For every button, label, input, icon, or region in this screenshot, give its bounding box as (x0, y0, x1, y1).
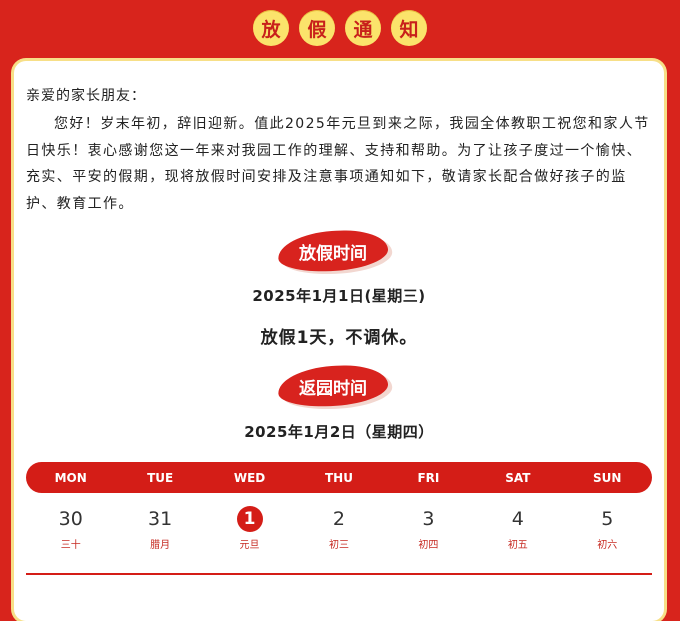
calendar-day: 2 初三 (294, 506, 383, 556)
calendar-day: 4 初五 (473, 506, 562, 556)
title-char: 放 (253, 10, 289, 46)
holiday-note: 放假1天，不调休。 (260, 328, 418, 348)
greeting: 亲爱的家长朋友： (26, 88, 146, 104)
weekday-label: MON (54, 470, 87, 485)
calendar-day: 5 初六 (563, 506, 652, 556)
weekday-label: TUE (147, 470, 174, 485)
day-number: 5 (601, 508, 614, 530)
calendar-day: 31 腊月 (115, 506, 204, 556)
notice-title: 放 假 通 知 (0, 10, 680, 46)
lunar-date: 腊月 (150, 540, 171, 551)
day-number: 2 (332, 508, 346, 530)
lunar-date: 元旦 (239, 540, 260, 551)
intro-paragraph: 您好！岁末年初，辞旧迎新。值此2025年元旦到来之际，我园全体教职工祝您和家人节… (26, 116, 650, 212)
return-section-badge: 返园时间 (276, 362, 390, 410)
lunar-date: 初三 (328, 540, 349, 551)
day-number: 3 (422, 508, 435, 530)
return-date: 2025年1月2日（星期四） (244, 423, 434, 441)
calendar-day: 30 三十 (26, 506, 115, 556)
title-char: 通 (345, 10, 381, 46)
day-number: 30 (58, 508, 83, 530)
lunar-date: 初五 (507, 540, 528, 551)
weekday-label: SUN (593, 470, 622, 485)
lunar-date: 三十 (60, 540, 81, 551)
holiday-section-label: 放假时间 (299, 243, 367, 264)
lunar-date: 初六 (597, 540, 618, 551)
weekday-label: FRI (417, 470, 440, 485)
calendar-day-highlighted: 1 元旦 (205, 506, 294, 556)
weekday-label: WED (233, 470, 266, 485)
day-number: 4 (511, 508, 524, 530)
title-char: 知 (391, 10, 427, 46)
calendar-days-row: 30 三十 31 腊月 1 元旦 2 初三 3 初四 4 初五 5 初六 (26, 506, 652, 556)
notice-card: 亲爱的家长朋友： 您好！岁末年初，辞旧迎新。值此2025年元旦到来之际，我园全体… (14, 61, 664, 621)
day-number-highlighted: 1 (236, 506, 263, 532)
holiday-section-badge: 放假时间 (276, 227, 390, 275)
day-number: 31 (148, 508, 173, 530)
calendar-divider (26, 573, 652, 575)
holiday-date: 2025年1月1日(星期三) (252, 287, 426, 305)
weekday-label: THU (324, 470, 353, 485)
weekday-label: SAT (505, 470, 531, 485)
return-section-label: 返园时间 (299, 378, 367, 399)
title-char: 假 (299, 10, 335, 46)
lunar-date: 初四 (418, 540, 439, 551)
calendar-weekday-header: MON TUE WED THU FRI SAT SUN (26, 462, 652, 493)
calendar-day: 3 初四 (384, 506, 473, 556)
